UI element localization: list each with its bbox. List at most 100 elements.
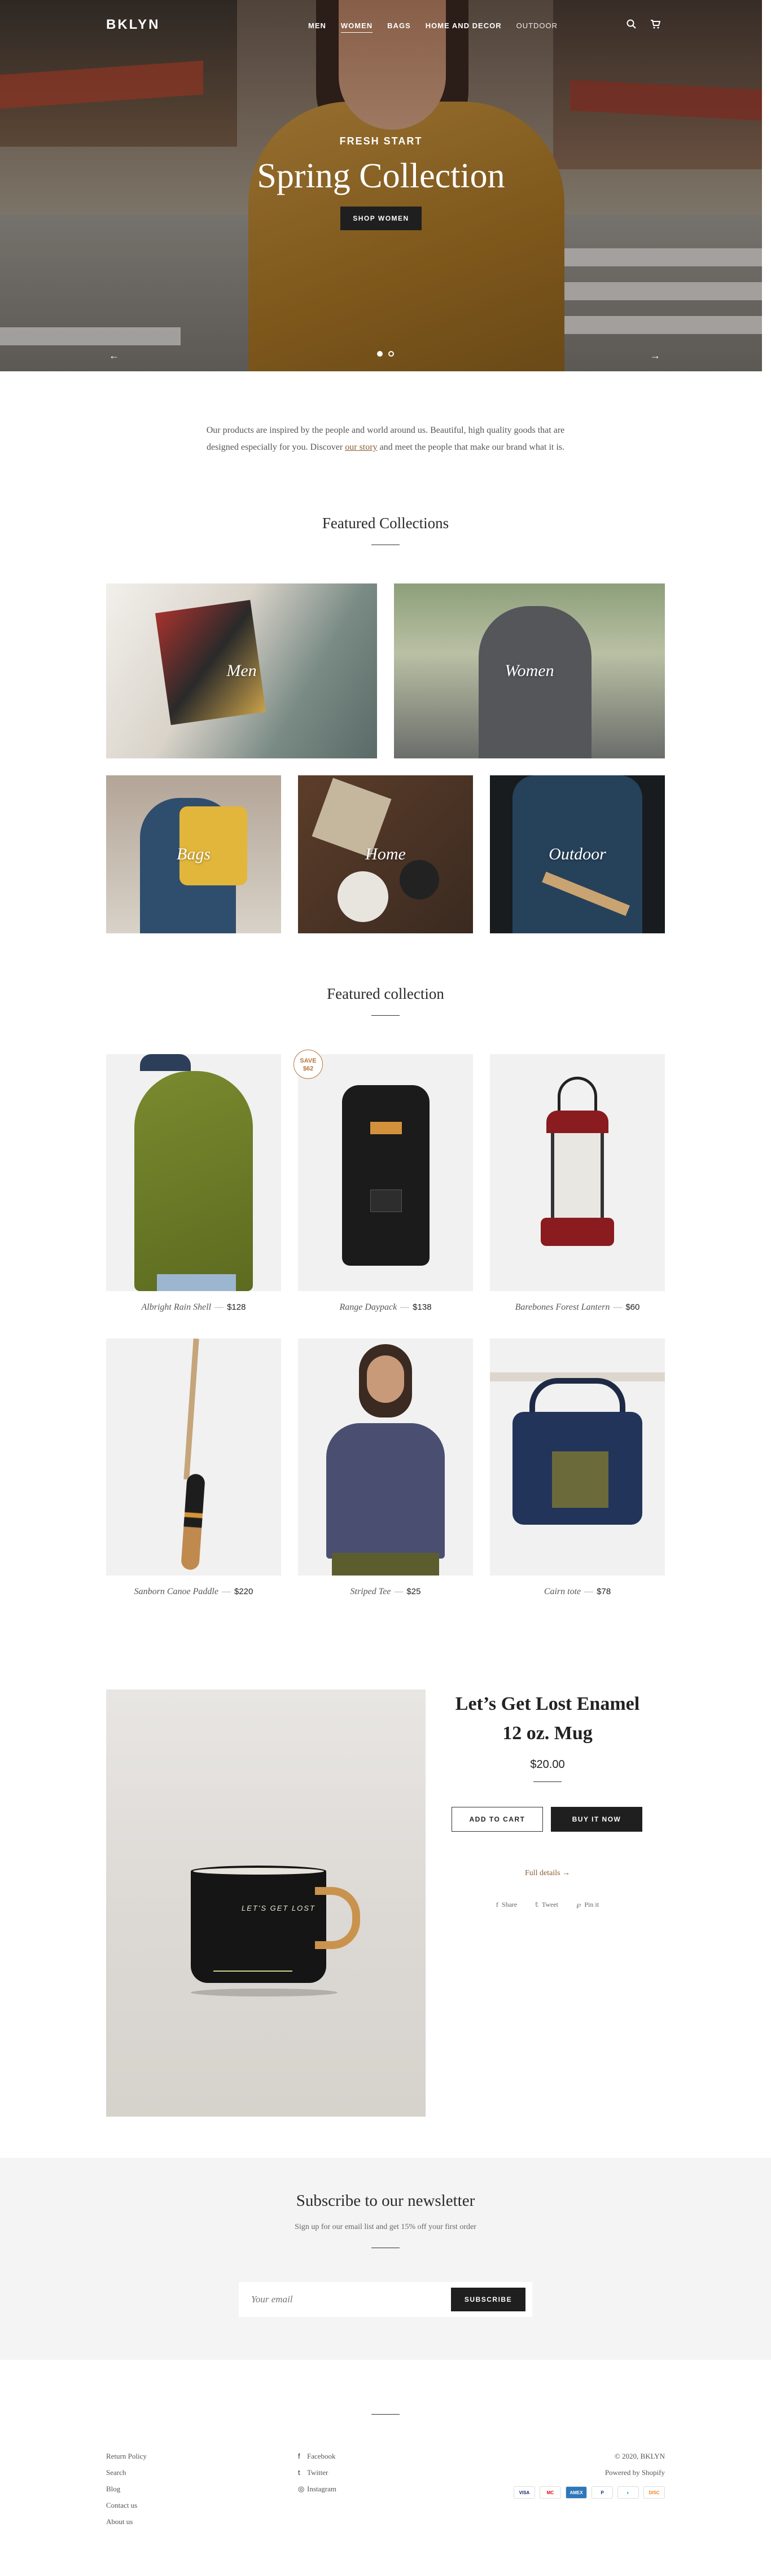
newsletter-section: Subscribe to our newsletter Sign up for … bbox=[0, 2158, 771, 2360]
collection-label-bags: Bags bbox=[177, 845, 211, 863]
product-card[interactable]: Sanborn Canoe Paddle — $220 bbox=[106, 1339, 281, 1597]
newsletter-title: Subscribe to our newsletter bbox=[296, 2192, 475, 2210]
featured-product-image[interactable]: LET'S GET LOST bbox=[106, 1689, 426, 2117]
sale-badge: SAVE $62 bbox=[293, 1050, 323, 1079]
product-price: $138 bbox=[413, 1302, 432, 1312]
product-name[interactable]: Sanborn Canoe Paddle bbox=[134, 1587, 218, 1596]
footer-link-search[interactable]: Search bbox=[106, 2464, 147, 2481]
powered-by-link[interactable]: Powered by Shopify bbox=[514, 2464, 665, 2481]
product-image[interactable] bbox=[298, 1054, 473, 1291]
slide-next-icon[interactable]: → bbox=[650, 350, 660, 362]
nav-item-bags[interactable]: BAGS bbox=[387, 21, 411, 33]
site-footer: Return Policy Search Blog Contact us Abo… bbox=[0, 2360, 771, 2529]
copyright[interactable]: © 2020, BKLYN bbox=[514, 2448, 665, 2464]
site-logo[interactable]: BKLYN bbox=[106, 17, 160, 33]
product-name[interactable]: Striped Tee bbox=[351, 1587, 391, 1596]
product-name[interactable]: Barebones Forest Lantern bbox=[515, 1302, 610, 1312]
subscribe-button[interactable]: SUBSCRIBE bbox=[451, 2288, 525, 2311]
product-price: $220 bbox=[234, 1587, 253, 1596]
paypal-icon: P bbox=[592, 2486, 613, 2499]
product-price: $25 bbox=[406, 1587, 421, 1596]
product-name[interactable]: Cairn tote bbox=[544, 1587, 581, 1596]
share-facebook-link[interactable]: f Share bbox=[496, 1901, 517, 1909]
footer-link-contact[interactable]: Contact us bbox=[106, 2497, 147, 2513]
product-price: $60 bbox=[625, 1302, 640, 1312]
hero-slideshow: BKLYN MEN WOMEN BAGS HOME AND DECOR OUTD… bbox=[0, 0, 762, 371]
product-card[interactable]: Albright Rain Shell — $128 bbox=[106, 1054, 281, 1313]
facebook-icon: f bbox=[496, 1901, 498, 1908]
twitter-icon: 𝕥 bbox=[535, 1901, 538, 1908]
our-story-link[interactable]: our story bbox=[345, 442, 377, 452]
product-card[interactable]: Barebones Forest Lantern — $60 bbox=[490, 1054, 665, 1313]
newsletter-form: SUBSCRIBE bbox=[239, 2282, 532, 2317]
collection-label-home: Home bbox=[365, 845, 406, 863]
newsletter-subtitle: Sign up for our email list and get 15% o… bbox=[295, 2223, 476, 2231]
featured-collections: Featured Collections Men Women Bags Home… bbox=[0, 515, 771, 933]
shop-women-button[interactable]: SHOP WOMEN bbox=[340, 207, 422, 230]
collection-tile-men[interactable]: Men bbox=[106, 583, 377, 758]
footer-social: f Facebook t Twitter ◎ Instagram bbox=[298, 2448, 336, 2497]
share-pinterest-link[interactable]: ℘ Pin it bbox=[576, 1901, 599, 1909]
share-twitter-link[interactable]: 𝕥 Tweet bbox=[535, 1901, 558, 1909]
payment-icons: VISA MC AMEX P ◐ DISC bbox=[514, 2486, 665, 2499]
footer-facebook-link[interactable]: f Facebook bbox=[298, 2448, 336, 2464]
footer-link-return-policy[interactable]: Return Policy bbox=[106, 2448, 147, 2464]
facebook-icon: f bbox=[298, 2452, 300, 2460]
full-details-link[interactable]: Full details → bbox=[452, 1869, 643, 1878]
main-nav: MEN WOMEN BAGS HOME AND DECOR OUTDOOR bbox=[308, 21, 572, 33]
footer-link-blog[interactable]: Blog bbox=[106, 2481, 147, 2497]
site-header: BKLYN MEN WOMEN BAGS HOME AND DECOR OUTD… bbox=[0, 0, 762, 51]
hero-kicker: FRESH START bbox=[339, 135, 423, 147]
mastercard-icon: MC bbox=[540, 2486, 561, 2499]
product-image[interactable] bbox=[298, 1339, 473, 1576]
instagram-icon: ◎ bbox=[298, 2485, 305, 2493]
product-card[interactable]: Cairn tote — $78 bbox=[490, 1339, 665, 1597]
featured-collection-title: Featured collection bbox=[327, 985, 444, 1002]
product-card[interactable]: SAVE $62 Range Daypack — $138 bbox=[293, 1050, 473, 1313]
footer-links: Return Policy Search Blog Contact us Abo… bbox=[106, 2448, 147, 2530]
buy-it-now-button[interactable]: BUY IT NOW bbox=[551, 1807, 642, 1832]
featured-product-price: $20.00 bbox=[530, 1758, 565, 1771]
add-to-cart-button[interactable]: ADD TO CART bbox=[452, 1807, 543, 1832]
product-image[interactable] bbox=[106, 1339, 281, 1576]
product-price: $128 bbox=[227, 1302, 246, 1312]
featured-collections-title: Featured Collections bbox=[322, 515, 449, 532]
footer-link-about[interactable]: About us bbox=[106, 2513, 147, 2530]
slide-prev-icon[interactable]: ← bbox=[109, 350, 119, 362]
intro-text: Our products are inspired by the people … bbox=[206, 425, 565, 452]
twitter-icon: t bbox=[298, 2468, 300, 2477]
slide-dot-1[interactable] bbox=[377, 351, 383, 357]
footer-instagram-link[interactable]: ◎ Instagram bbox=[298, 2481, 336, 2497]
hero-title: Spring Collection bbox=[257, 157, 505, 195]
collection-label-women: Women bbox=[505, 661, 554, 680]
product-image[interactable] bbox=[106, 1054, 281, 1291]
nav-item-home-and-decor[interactable]: HOME AND DECOR bbox=[426, 21, 502, 33]
diners-icon: ◐ bbox=[617, 2486, 639, 2499]
mug-print-text: LET'S GET LOST bbox=[242, 1904, 316, 1912]
nav-item-men[interactable]: MEN bbox=[308, 21, 326, 33]
product-image[interactable] bbox=[490, 1054, 665, 1291]
product-price: $78 bbox=[597, 1587, 611, 1596]
collection-tile-women[interactable]: Women bbox=[394, 583, 665, 758]
email-input[interactable] bbox=[251, 2294, 451, 2305]
slide-dots bbox=[377, 351, 394, 357]
product-image[interactable] bbox=[490, 1339, 665, 1576]
search-icon[interactable] bbox=[627, 19, 637, 32]
product-name[interactable]: Albright Rain Shell bbox=[142, 1302, 212, 1312]
collection-tile-home[interactable]: Home bbox=[298, 775, 473, 933]
cart-icon[interactable] bbox=[650, 19, 661, 32]
featured-product: LET'S GET LOST Let’s Get Lost Enamel 12 … bbox=[0, 1689, 771, 2158]
featured-collection: Featured collection Albright Rain Shell —… bbox=[0, 985, 771, 1641]
product-card[interactable]: Striped Tee — $25 bbox=[298, 1339, 473, 1597]
slide-dot-2[interactable] bbox=[388, 351, 394, 357]
featured-product-title: Let’s Get Lost Enamel 12 oz. Mug bbox=[455, 1693, 640, 1744]
footer-twitter-link[interactable]: t Twitter bbox=[298, 2464, 336, 2481]
nav-item-women[interactable]: WOMEN bbox=[340, 21, 373, 33]
discover-icon: DISC bbox=[643, 2486, 665, 2499]
collection-tile-bags[interactable]: Bags bbox=[106, 775, 281, 933]
product-name[interactable]: Range Daypack bbox=[339, 1302, 397, 1312]
nav-item-outdoor[interactable]: OUTDOOR bbox=[516, 21, 558, 33]
collection-tile-outdoor[interactable]: Outdoor bbox=[490, 775, 665, 933]
collection-label-outdoor: Outdoor bbox=[549, 845, 606, 863]
visa-icon: VISA bbox=[514, 2486, 535, 2499]
